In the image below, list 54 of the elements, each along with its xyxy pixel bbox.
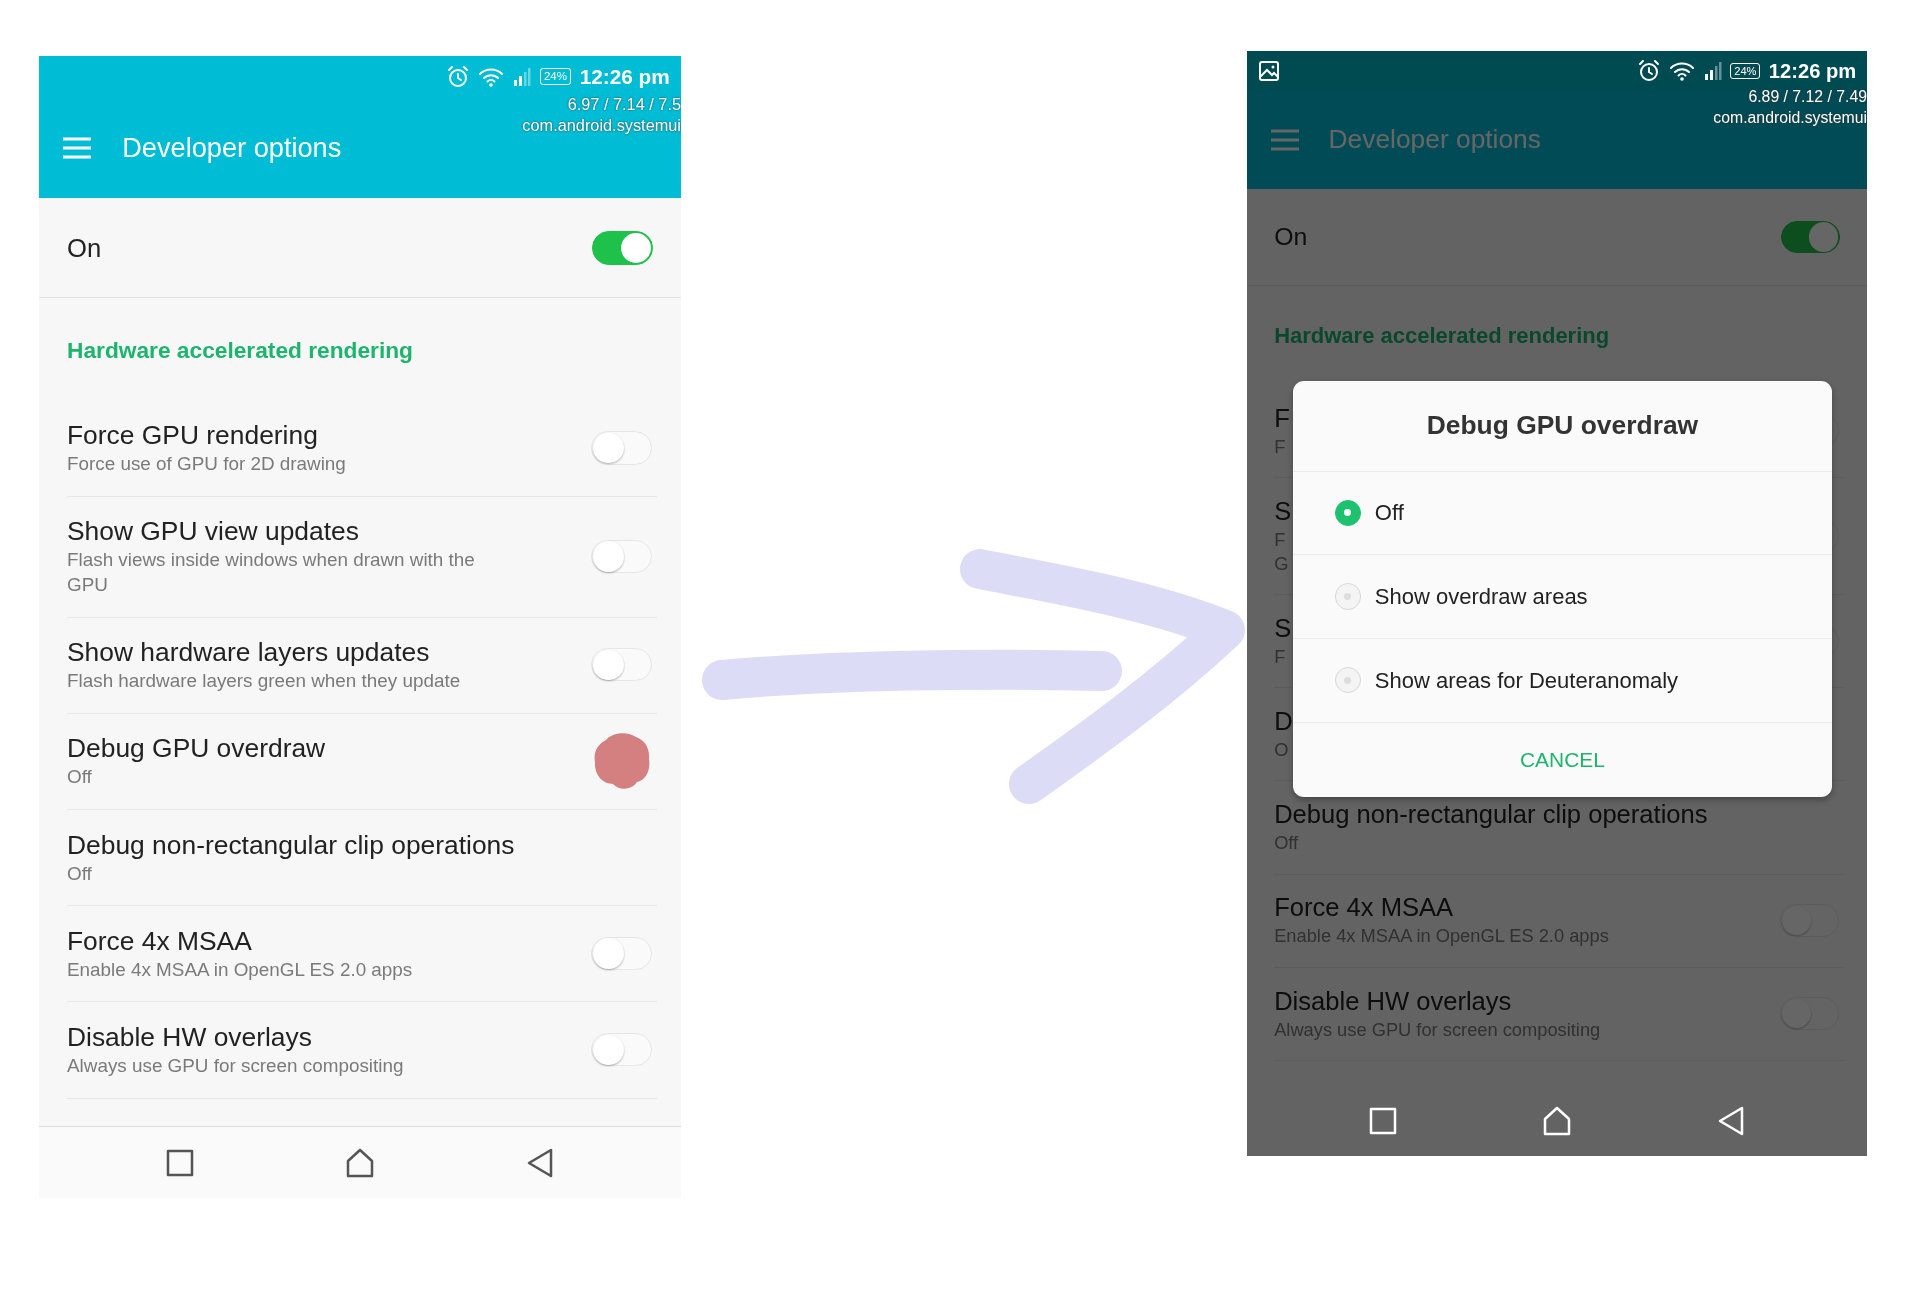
setting-summary: Always use GPU for screen compositing (67, 1053, 404, 1078)
app-title: Developer options (122, 130, 342, 165)
setting-title: S (1274, 495, 1292, 527)
wifi-icon (1669, 60, 1696, 83)
setting-title: Force 4x MSAA (1274, 892, 1455, 924)
toggle-switch[interactable] (1781, 220, 1840, 254)
status-time: 12:26 pm (1768, 59, 1857, 85)
overlay-text: com.android.systemui (522, 114, 681, 136)
overlay-text: 6.97 / 7.14 / 7.5 (566, 93, 681, 115)
switch-label: On (1274, 222, 1308, 253)
radio-button[interactable] (1334, 583, 1361, 610)
app-title: Developer options (1328, 123, 1541, 157)
setting-title: F (1274, 402, 1290, 434)
back-icon[interactable] (526, 1147, 553, 1178)
signal-icon (1703, 61, 1722, 82)
setting-title: Force 4x MSAA (67, 924, 253, 958)
setting-title: Force GPU rendering (67, 419, 319, 453)
overlay-text: 6.89 / 7.12 / 7.49 (1747, 87, 1867, 108)
home-icon[interactable] (345, 1147, 375, 1178)
option-label[interactable]: Show areas for Deuteranomaly (1374, 663, 1679, 697)
setting-title: S (1274, 612, 1292, 644)
option-label[interactable]: Off (1374, 496, 1404, 530)
battery-indicator: 24% (540, 68, 571, 86)
setting-title: Debug non-rectangular clip operations (1274, 799, 1708, 831)
toggle-switch[interactable] (592, 231, 653, 265)
setting-title: Disable HW overlays (67, 1020, 313, 1054)
dialog-title: Debug GPU overdraw (1426, 409, 1699, 442)
alarm-icon (1636, 59, 1661, 84)
setting-summary: Force use of GPU for 2D drawing (67, 452, 346, 477)
status-time: 12:26 pm (579, 64, 670, 91)
option-label[interactable]: Show overdraw areas (1374, 580, 1588, 614)
section-header: Hardware accelerated rendering (67, 335, 413, 365)
setting-title: Show hardware layers updates (67, 635, 431, 669)
battery-indicator: 24% (1730, 62, 1761, 80)
menu-icon[interactable] (1268, 128, 1301, 153)
alarm-icon (445, 64, 470, 89)
menu-icon[interactable] (61, 136, 94, 160)
setting-title: D (1274, 706, 1293, 738)
recents-icon[interactable] (166, 1148, 195, 1177)
setting-title: Debug GPU overdraw (67, 732, 326, 766)
setting-summary: Flash views inside windows when drawn with the GPU (67, 548, 476, 597)
signal-icon (513, 66, 532, 87)
setting-title: Show GPU view updates (67, 515, 360, 549)
setting-title: Disable HW overlays (1274, 985, 1513, 1017)
setting-summary: Flash hardware layers green when they update (67, 668, 461, 693)
setting-summary: Enable 4x MSAA in OpenGL ES 2.0 apps (67, 957, 413, 982)
setting-title: Debug non-rectangular clip operations (67, 828, 515, 862)
setting-summary: Off (67, 861, 93, 886)
switch-label: On (67, 232, 102, 264)
overlay-text: com.android.systemui (1713, 107, 1867, 128)
radio-button[interactable] (1334, 667, 1361, 694)
setting-summary: Off (67, 765, 93, 790)
radio-button[interactable] (1334, 499, 1361, 526)
section-header: Hardware accelerated rendering (1274, 321, 1610, 350)
